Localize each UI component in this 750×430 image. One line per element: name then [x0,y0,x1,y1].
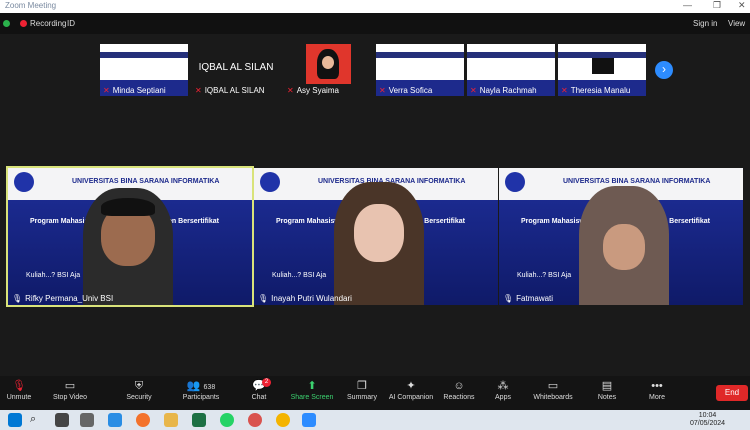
participant-thumbnail[interactable]: ✕ Verra Sofica [376,44,464,96]
mic-icon: 🎙 [12,294,23,303]
notes-icon: ▤ [601,380,613,392]
chrome-icon[interactable] [248,413,262,427]
search-icon[interactable]: ⌕ [30,413,44,427]
video-tile[interactable]: UNIVERSITAS BINA SARANA INFORMATIKA Prog… [254,168,498,305]
unmute-button[interactable]: 🎙 Unmute [4,380,34,401]
ai-sparkle-icon: ✦ [406,380,416,392]
taskbar-clock[interactable]: 10:04 07/05/2024 [690,412,725,428]
video-stage: ✕ Minda Septiani IQBAL AL SILAN ✕ IQBAL AL… [0,34,750,376]
video-tile[interactable]: UNIVERSITAS BINA SARANA INFORMATIKA Prog… [499,168,743,305]
participant-name: Theresia Manalu [570,86,631,95]
participant-thumbnail[interactable]: ✕ Nayla Rachmah [467,44,555,96]
start-icon[interactable] [8,413,22,427]
edge-icon[interactable] [108,413,122,427]
ai-companion-button[interactable]: ✦ AI Companion [388,380,434,401]
whiteboards-button[interactable]: ▭ Whiteboards [532,380,574,401]
participants-icon: 👥 638 [186,380,216,392]
video-off-icon [592,58,614,74]
participants-button[interactable]: 👥 638 Participants [176,380,226,401]
excel-icon[interactable] [192,413,206,427]
participant-thumbnail[interactable]: IQBAL AL SILAN ✕ IQBAL AL SILAN [192,44,280,96]
participant-name: Minda Septiani [112,86,166,95]
muted-mic-icon: ✕ [287,86,294,95]
recording-dot-icon [20,20,27,27]
reactions-button[interactable]: ☺ Reactions [442,380,476,401]
apps-button[interactable]: ⁂ Apps [492,380,514,401]
recording-label[interactable]: Recording [30,19,66,28]
slide-tagline: Kuliah...? BSI Aja [272,272,327,279]
muted-mic-icon: ✕ [379,86,386,95]
share-screen-button[interactable]: ⬆ Share Screen [290,380,334,401]
close-icon[interactable]: ✕ [738,0,746,11]
minimize-icon[interactable]: — [683,0,692,10]
participant-display-name: IQBAL AL SILAN [198,62,274,73]
stop-video-button[interactable]: ▭ Stop Video [50,380,90,401]
file-explorer-icon[interactable] [164,413,178,427]
slide-tagline: Kuliah...? BSI Aja [517,272,572,279]
slide-univ-title: UNIVERSITAS BINA SARANA INFORMATIKA [563,178,711,185]
muted-mic-icon: 🎙 [12,380,26,392]
university-logo [505,172,525,192]
next-page-button[interactable]: › [655,61,673,79]
mic-icon: 🎙 [258,294,269,303]
shield-icon[interactable] [3,20,10,27]
windows-taskbar: ⌕ 10:04 07/05/2024 [0,410,750,430]
task-view-icon[interactable] [55,413,69,427]
end-button[interactable]: End [716,385,748,401]
participant-thumbnail[interactable]: ✕ Theresia Manalu [558,44,646,96]
maximize-icon[interactable]: ❐ [713,0,721,11]
participants-count: 638 [203,384,216,391]
muted-mic-icon: ✕ [195,86,202,95]
participant-name: Nayla Rachmah [479,86,537,95]
title-bar: Zoom Meeting — ❐ ✕ [0,0,750,13]
slide-univ-title: UNIVERSITAS BINA SARANA INFORMATIKA [72,178,220,185]
whatsapp-icon[interactable] [220,413,234,427]
firefox-icon[interactable] [136,413,150,427]
participant-thumbnail[interactable]: ✕ Minda Septiani [100,44,188,96]
participant-name: Fatmawati [516,294,554,303]
participant-name: Inayah Putri Wulandari [271,294,352,303]
view-button[interactable]: View [728,19,745,28]
chrome-alt-icon[interactable] [276,413,290,427]
participant-name: IQBAL AL SILAN [204,86,265,95]
meeting-topbar: Recording ID Sign in View [0,13,750,34]
summary-icon: ❐ [357,380,367,392]
video-tile-speaker[interactable]: UNIVERSITAS BINA SARANA INFORMATIKA Prog… [6,166,254,307]
participant-video [579,186,669,305]
shield-icon: ⛨ [134,380,144,392]
more-icon: ••• [651,380,663,392]
muted-mic-icon: ✕ [561,86,568,95]
smile-icon: ☺ [453,380,465,392]
more-button[interactable]: ••• More [646,380,668,401]
participant-video [83,188,173,305]
meeting-toolbar: 🎙 Unmute ▭ Stop Video ⛨ Security 👥 638 P… [0,376,750,410]
widgets-icon[interactable] [80,413,94,427]
apps-icon: ⁂ [497,380,509,392]
participant-thumbnail[interactable]: ✕ Asy Syaima [284,44,372,96]
video-camera-icon: ▭ [64,380,76,392]
security-button[interactable]: ⛨ Security [122,380,156,401]
mic-icon: 🎙 [503,294,514,303]
participant-name: Rifky Permana_Univ BSI [25,294,114,303]
muted-mic-icon: ✕ [103,86,110,95]
zoom-icon[interactable] [302,413,316,427]
participant-name: Asy Syaima [296,86,339,95]
chat-badge: 2 [262,378,271,387]
meeting-id[interactable]: ID [67,19,75,28]
notes-button[interactable]: ▤ Notes [596,380,618,401]
muted-mic-icon: ✕ [470,86,477,95]
slide-tagline: Kuliah...? BSI Aja [26,272,81,279]
avatar [306,44,351,84]
window-title: Zoom Meeting [5,1,57,10]
sign-in-button[interactable]: Sign in [693,19,717,28]
whiteboard-icon: ▭ [547,380,559,392]
university-logo [14,172,34,192]
summary-button[interactable]: ❐ Summary [346,380,378,401]
participant-name: Verra Sofica [388,86,433,95]
university-logo [260,172,280,192]
participant-video [334,182,424,305]
share-screen-icon: ⬆ [307,380,317,392]
